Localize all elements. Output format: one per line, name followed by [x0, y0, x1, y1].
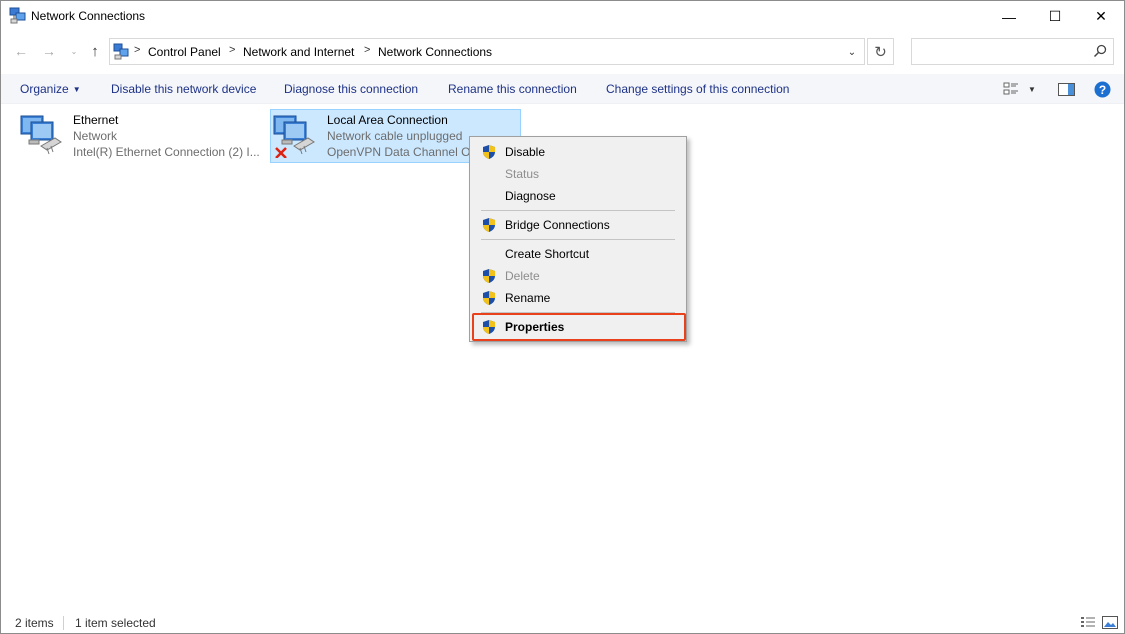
- menu-separator: [481, 239, 675, 240]
- breadcrumb-network-and-internet[interactable]: Network and Internet: [243, 45, 354, 59]
- navigation-row: ← → ⌄ ↑ > Control Panel > Network and In…: [1, 34, 1124, 70]
- connection-item-ethernet[interactable]: Ethernet Network Intel(R) Ethernet Conne…: [17, 109, 265, 163]
- connection-status: Network: [73, 129, 118, 143]
- menu-item-label: Disable: [505, 145, 546, 159]
- connection-name: Local Area Connection: [327, 113, 448, 127]
- details-view-icon: [1081, 616, 1095, 627]
- connection-text: Ethernet Network Intel(R) Ethernet Conne…: [73, 112, 263, 160]
- properties-highlight-box: [472, 313, 686, 341]
- menu-item-delete[interactable]: Delete: [472, 265, 684, 287]
- address-bar[interactable]: > Control Panel > Network and Internet >…: [109, 38, 865, 65]
- disable-device-button[interactable]: Disable this network device: [111, 82, 256, 96]
- menu-item-label: Rename: [505, 291, 551, 305]
- view-details-icon: [1003, 82, 1018, 95]
- network-adapter-disconnected-icon: [273, 115, 315, 158]
- organize-menu[interactable]: Organize ▼: [20, 82, 81, 96]
- caret-down-icon: ▼: [1028, 84, 1036, 94]
- menu-item-label: Delete: [505, 269, 540, 283]
- organize-label: Organize: [20, 82, 69, 96]
- menu-item-label: Bridge Connections: [505, 218, 610, 232]
- close-icon: ✕: [1095, 8, 1107, 24]
- network-connections-window: Network Connections — ☐ ✕ ← → ⌄ ↑ > Cont…: [0, 0, 1125, 634]
- context-menu: Disable Status Diagnose Bridge Connectio…: [469, 136, 687, 342]
- forward-button[interactable]: →: [40, 42, 58, 60]
- forward-arrow-icon: →: [42, 43, 56, 59]
- help-button[interactable]: ?: [1093, 81, 1111, 97]
- status-divider: [63, 616, 64, 630]
- menu-item-status[interactable]: Status: [472, 163, 684, 185]
- network-adapter-icon: [20, 115, 62, 155]
- uac-shield-icon: [483, 291, 495, 305]
- menu-item-create-shortcut[interactable]: Create Shortcut: [472, 243, 684, 265]
- diagnose-connection-button[interactable]: Diagnose this connection: [284, 82, 418, 96]
- uac-shield-icon: [483, 218, 495, 232]
- minimize-button[interactable]: —: [986, 1, 1032, 32]
- preview-pane-button[interactable]: [1057, 81, 1075, 97]
- window-title: Network Connections: [31, 9, 146, 23]
- view-options-dropdown[interactable]: ▼: [1025, 81, 1039, 97]
- rename-connection-button[interactable]: Rename this connection: [448, 82, 577, 96]
- address-history-dropdown[interactable]: ⌄: [843, 43, 861, 61]
- menu-item-label: Create Shortcut: [505, 247, 590, 261]
- search-icon: [1093, 44, 1107, 58]
- red-x-icon: [275, 147, 287, 158]
- large-icons-view-button[interactable]: [1101, 614, 1119, 630]
- change-settings-button[interactable]: Change settings of this connection: [606, 82, 789, 96]
- connection-name: Ethernet: [73, 113, 119, 127]
- caret-down-icon: ▼: [72, 85, 81, 94]
- maximize-button[interactable]: ☐: [1032, 1, 1078, 32]
- selection-count: 1 item selected: [75, 616, 156, 630]
- chevron-down-icon: ⌄: [70, 46, 78, 56]
- svg-text:?: ?: [1098, 83, 1105, 97]
- network-connections-app-icon: [9, 7, 26, 24]
- chevron-down-icon: ⌄: [847, 46, 857, 58]
- menu-item-diagnose[interactable]: Diagnose: [472, 185, 684, 207]
- item-count: 2 items: [15, 616, 54, 630]
- help-icon: ?: [1094, 81, 1110, 97]
- menu-item-rename[interactable]: Rename: [472, 287, 684, 309]
- recent-locations-button[interactable]: ⌄: [65, 42, 83, 60]
- up-arrow-icon: ↑: [91, 42, 99, 60]
- details-view-button[interactable]: [1079, 614, 1097, 630]
- menu-separator: [481, 210, 675, 211]
- back-arrow-icon: ←: [14, 43, 28, 59]
- minimize-icon: —: [1002, 8, 1016, 25]
- preview-pane-icon: [1057, 82, 1075, 96]
- search-input[interactable]: [911, 38, 1114, 65]
- connection-device: Intel(R) Ethernet Connection (2) I...: [73, 145, 260, 159]
- back-button[interactable]: ←: [12, 42, 30, 60]
- maximize-icon: ☐: [1048, 8, 1062, 24]
- title-bar: Network Connections — ☐ ✕: [1, 1, 1124, 32]
- breadcrumb-control-panel[interactable]: Control Panel: [148, 45, 221, 59]
- uac-shield-icon: [483, 145, 495, 159]
- command-bar: Organize ▼ Disable this network device Di…: [1, 74, 1124, 104]
- breadcrumb-network-connections[interactable]: Network Connections: [378, 45, 492, 59]
- change-view-button[interactable]: [1002, 81, 1020, 97]
- menu-item-label: Status: [505, 167, 540, 181]
- refresh-button[interactable]: ↻: [867, 38, 894, 65]
- breadcrumb-separator-icon: >: [229, 44, 236, 56]
- uac-shield-icon: [483, 269, 495, 283]
- breadcrumb-separator-icon: >: [364, 44, 371, 56]
- status-bar: 2 items 1 item selected: [1, 611, 1124, 633]
- menu-item-disable[interactable]: Disable: [472, 141, 684, 163]
- breadcrumb-separator-icon: >: [134, 44, 141, 56]
- refresh-icon: ↻: [874, 43, 887, 61]
- menu-item-bridge-connections[interactable]: Bridge Connections: [472, 214, 684, 236]
- large-icons-view-icon: [1102, 615, 1118, 629]
- menu-item-label: Diagnose: [505, 189, 556, 203]
- up-button[interactable]: ↑: [86, 42, 104, 60]
- control-panel-network-icon: [113, 43, 129, 60]
- close-button[interactable]: ✕: [1078, 1, 1124, 32]
